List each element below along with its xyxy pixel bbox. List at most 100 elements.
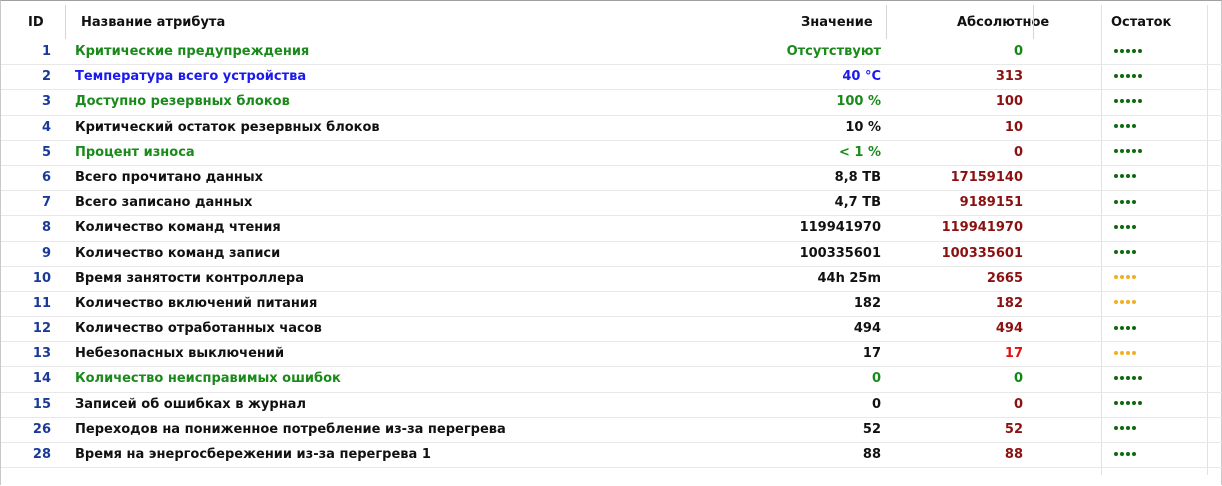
table-row[interactable]: 6 Всего прочитано данных 8,8 TB 17159140 bbox=[1, 166, 1222, 192]
table-row[interactable]: 28 Время на энергосбережении из-за перегр… bbox=[1, 443, 1222, 469]
remaining-dot bbox=[1120, 199, 1124, 204]
remaining-dot bbox=[1114, 401, 1118, 406]
attribute-name: Всего записано данных bbox=[75, 195, 253, 211]
remaining-dot bbox=[1126, 401, 1130, 406]
attribute-name: Процент износа bbox=[75, 144, 195, 160]
remaining-dot bbox=[1114, 224, 1118, 229]
attribute-value: 4,7 TB bbox=[834, 195, 881, 211]
remaining-dot bbox=[1114, 250, 1118, 254]
remaining-dot bbox=[1120, 451, 1124, 456]
attribute-absolute: 100 bbox=[995, 94, 1023, 110]
table-row[interactable]: 7 Всего записано данных 4,7 TB 9189151 bbox=[1, 191, 1222, 217]
attribute-absolute: 88 bbox=[1004, 447, 1023, 462]
attribute-value: 494 bbox=[853, 321, 881, 337]
remaining-dot bbox=[1120, 98, 1124, 103]
attribute-name: Количество команд записи bbox=[75, 245, 281, 261]
remaining-dot bbox=[1120, 73, 1124, 78]
table-row[interactable]: 2 Температура всего устройства 40 °C 313 bbox=[1, 65, 1222, 91]
remaining-indicator bbox=[1114, 367, 1144, 391]
attribute-id: 3 bbox=[41, 94, 51, 110]
column-header-id[interactable]: ID bbox=[28, 5, 44, 40]
attribute-name: Записей об ошибках в журнал bbox=[75, 396, 306, 412]
attribute-absolute: 10 bbox=[1004, 119, 1023, 135]
column-divider[interactable] bbox=[1033, 5, 1034, 39]
remaining-dot bbox=[1132, 250, 1136, 254]
remaining-dot bbox=[1138, 48, 1142, 53]
remaining-dot bbox=[1120, 174, 1124, 179]
remaining-dot bbox=[1126, 325, 1130, 330]
remaining-dot bbox=[1132, 325, 1136, 330]
remaining-dot bbox=[1132, 149, 1136, 154]
remaining-dot bbox=[1114, 451, 1118, 456]
table-row[interactable]: 14 Количество неисправимых ошибок 0 0 bbox=[1, 367, 1222, 393]
remaining-dot bbox=[1126, 98, 1130, 103]
remaining-dot bbox=[1120, 124, 1124, 129]
table-row[interactable]: 15 Записей об ошибках в журнал 0 0 bbox=[1, 393, 1222, 418]
remaining-dot bbox=[1114, 375, 1118, 380]
attribute-name: Количество отработанных часов bbox=[75, 321, 322, 337]
remaining-dot bbox=[1126, 224, 1130, 229]
remaining-dot bbox=[1114, 350, 1118, 355]
column-header-name[interactable]: Название атрибута bbox=[81, 5, 225, 40]
attribute-absolute: 494 bbox=[995, 321, 1023, 337]
attribute-name: Доступно резервных блоков bbox=[75, 94, 290, 110]
attribute-id: 2 bbox=[41, 69, 51, 85]
table-row[interactable]: 4 Критический остаток резервных блоков 10 … bbox=[1, 116, 1222, 141]
attribute-value: 100 % bbox=[836, 94, 881, 110]
remaining-indicator bbox=[1114, 292, 1138, 316]
remaining-dot bbox=[1138, 73, 1142, 78]
table-row[interactable]: 3 Доступно резервных блоков 100 % 100 bbox=[1, 90, 1222, 116]
table-row[interactable]: 13 Небезопасных выключений 17 17 bbox=[1, 342, 1222, 368]
attribute-absolute: 0 bbox=[1013, 371, 1023, 387]
table-row[interactable]: 12 Количество отработанных часов 494 494 bbox=[1, 317, 1222, 343]
remaining-dot bbox=[1114, 325, 1118, 330]
table-row[interactable]: 9 Количество команд записи 100335601 100335… bbox=[1, 242, 1222, 267]
table-row[interactable]: 1 Критические предупреждения Отсутствуют 0 bbox=[1, 40, 1222, 66]
column-header-absolute[interactable]: Абсолютное bbox=[957, 5, 1049, 40]
remaining-dot bbox=[1120, 375, 1124, 380]
attribute-id: 9 bbox=[41, 245, 51, 261]
remaining-dot bbox=[1114, 48, 1118, 53]
attribute-id: 8 bbox=[41, 220, 51, 236]
attribute-absolute: 17159140 bbox=[950, 169, 1023, 185]
table-row[interactable]: 8 Количество команд чтения 119941970 119941… bbox=[1, 216, 1222, 242]
table-header: ID Название атрибута Значение Абсолютное… bbox=[1, 5, 1222, 40]
remaining-indicator bbox=[1114, 65, 1144, 89]
attribute-absolute: 0 bbox=[1013, 396, 1023, 412]
remaining-dot bbox=[1132, 98, 1136, 103]
attribute-name: Небезопасных выключений bbox=[75, 346, 285, 362]
remaining-indicator bbox=[1114, 418, 1138, 442]
table-row[interactable]: 5 Процент износа < 1 % 0 bbox=[1, 141, 1222, 166]
remaining-dot bbox=[1132, 275, 1136, 280]
column-divider[interactable] bbox=[886, 5, 887, 39]
attribute-absolute: 0 bbox=[1013, 44, 1023, 59]
remaining-dot bbox=[1126, 199, 1130, 204]
column-divider[interactable] bbox=[65, 5, 66, 39]
attribute-absolute: 182 bbox=[995, 295, 1023, 311]
attribute-value: 182 bbox=[853, 295, 881, 311]
attribute-value: 100335601 bbox=[799, 245, 881, 261]
remaining-dot bbox=[1138, 149, 1142, 154]
attribute-value: 52 bbox=[862, 421, 881, 437]
remaining-indicator bbox=[1114, 267, 1138, 291]
remaining-dot bbox=[1114, 174, 1118, 179]
table-row[interactable]: 26 Переходов на пониженное потребление из… bbox=[1, 418, 1222, 443]
attribute-value: 0 bbox=[871, 371, 881, 387]
remaining-dot bbox=[1126, 350, 1130, 355]
attribute-absolute: 100335601 bbox=[941, 245, 1023, 261]
attribute-absolute: 2665 bbox=[986, 270, 1023, 286]
table-row[interactable]: 10 Время занятости контроллера 44h 25m 2665 bbox=[1, 267, 1222, 292]
remaining-dot bbox=[1114, 275, 1118, 280]
attribute-name: Температура всего устройства bbox=[75, 69, 307, 85]
remaining-dot bbox=[1114, 300, 1118, 305]
remaining-dot bbox=[1126, 124, 1130, 129]
column-header-remaining[interactable]: Остаток bbox=[1111, 5, 1171, 40]
remaining-dot bbox=[1138, 401, 1142, 406]
remaining-dot bbox=[1126, 48, 1130, 53]
attribute-name: Время занятости контроллера bbox=[75, 270, 304, 286]
table-row[interactable]: 11 Количество включений питания 182 182 bbox=[1, 292, 1222, 318]
attribute-name: Критический остаток резервных блоков bbox=[75, 119, 380, 135]
remaining-dot bbox=[1132, 350, 1136, 355]
column-header-value[interactable]: Значение bbox=[801, 5, 873, 40]
remaining-indicator bbox=[1114, 216, 1138, 240]
